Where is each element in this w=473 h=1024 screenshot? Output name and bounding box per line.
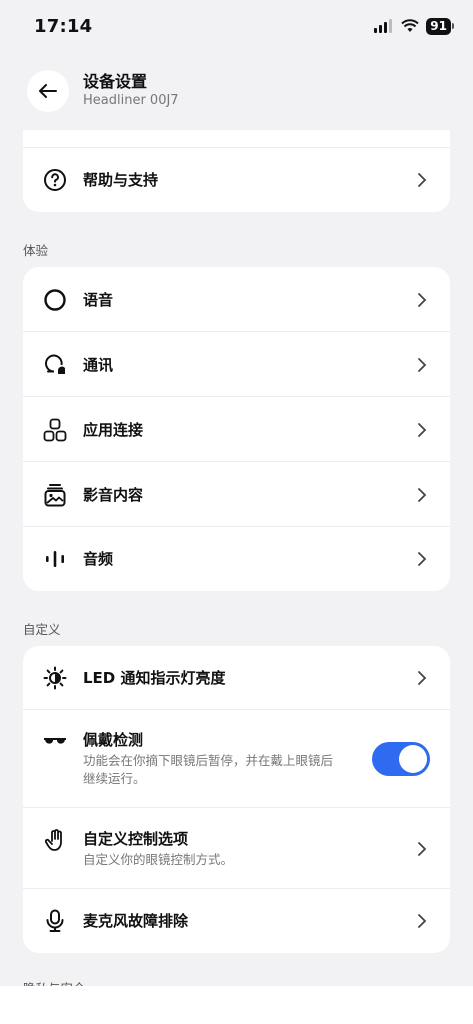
header-text: 设备设置 Headliner 00J7	[83, 72, 179, 110]
chevron-right-icon	[414, 841, 430, 857]
media-content-row[interactable]: 影音内容	[23, 462, 450, 527]
settings-scroll[interactable]: 帮助与支持 体验 语音 通讯 应用连接 影音内容 音频 自定义 LED 通知指示…	[0, 130, 473, 986]
device-name: Headliner 00J7	[83, 93, 179, 108]
page-title: 设备设置	[83, 72, 148, 91]
wear-detection-row: 佩戴检测 功能会在你摘下眼镜后暂停，并在戴上眼镜后继续运行。	[23, 710, 450, 808]
wifi-icon	[401, 19, 419, 32]
hidden-row[interactable]	[23, 130, 450, 148]
voice-label: 语音	[83, 290, 114, 309]
audio-label: 音频	[83, 550, 114, 568]
chevron-right-icon	[414, 357, 430, 373]
chevron-right-icon	[414, 292, 430, 308]
audio-bars-icon	[43, 547, 67, 571]
custom-controls-row[interactable]: 自定义控制选项 自定义你的眼镜控制方式。	[23, 808, 450, 889]
voice-row[interactable]: 语音	[23, 267, 450, 332]
support-card: 帮助与支持	[23, 130, 450, 212]
brightness-icon	[43, 666, 67, 690]
arrow-left-icon	[39, 84, 57, 98]
status-time: 17:14	[34, 15, 93, 37]
wear-detection-toggle[interactable]	[372, 742, 430, 776]
custom-card: LED 通知指示灯亮度 佩戴检测 功能会在你摘下眼镜后暂停，并在戴上眼镜后继续运…	[23, 646, 450, 953]
status-bar: 17:14 91	[0, 0, 473, 52]
custom-controls-label: 自定义控制选项	[83, 829, 189, 848]
page-header: 设备设置 Headliner 00J7	[0, 52, 473, 130]
chevron-right-icon	[414, 172, 430, 188]
cellular-signal-icon	[374, 19, 393, 33]
back-button[interactable]	[27, 70, 69, 112]
apps-icon	[43, 418, 67, 442]
help-support-label: 帮助与支持	[83, 171, 159, 189]
battery-indicator: 91	[426, 17, 454, 35]
question-circle-icon	[43, 168, 67, 192]
toggle-knob	[399, 745, 427, 773]
chevron-right-icon	[414, 670, 430, 686]
communication-row[interactable]: 通讯	[23, 332, 450, 397]
media-content-label: 影音内容	[83, 485, 144, 504]
section-title-experience: 体验	[23, 243, 49, 258]
led-brightness-row[interactable]: LED 通知指示灯亮度	[23, 646, 450, 710]
help-support-row[interactable]: 帮助与支持	[23, 148, 450, 212]
led-brightness-label: LED 通知指示灯亮度	[83, 669, 226, 687]
bottom-bar	[0, 986, 473, 1024]
wear-detection-description: 功能会在你摘下眼镜后暂停，并在戴上眼镜后继续运行。	[83, 753, 334, 786]
status-icons: 91	[374, 17, 454, 35]
chat-bubbles-icon	[43, 353, 67, 377]
chevron-right-icon	[414, 422, 430, 438]
audio-row[interactable]: 音频	[23, 527, 450, 591]
mic-troubleshoot-row[interactable]: 麦克风故障排除	[23, 889, 450, 953]
app-connections-label: 应用连接	[83, 420, 144, 439]
wear-detection-label: 佩戴检测	[83, 731, 144, 749]
glasses-icon	[43, 730, 67, 754]
section-title-privacy: 隐私与安全	[23, 978, 86, 986]
media-gallery-icon	[43, 483, 67, 507]
chevron-right-icon	[414, 487, 430, 503]
chevron-right-icon	[414, 551, 430, 567]
communication-label: 通讯	[83, 355, 114, 374]
section-title-custom: 自定义	[23, 622, 61, 637]
mic-troubleshoot-label: 麦克风故障排除	[83, 912, 189, 930]
custom-controls-description: 自定义你的眼镜控制方式。	[83, 851, 234, 867]
experience-card: 语音 通讯 应用连接 影音内容 音频	[23, 267, 450, 591]
microphone-icon	[43, 909, 67, 933]
hand-pointer-icon	[43, 828, 67, 852]
circle-icon	[43, 288, 67, 312]
chevron-right-icon	[414, 913, 430, 929]
app-connections-row[interactable]: 应用连接	[23, 397, 450, 462]
